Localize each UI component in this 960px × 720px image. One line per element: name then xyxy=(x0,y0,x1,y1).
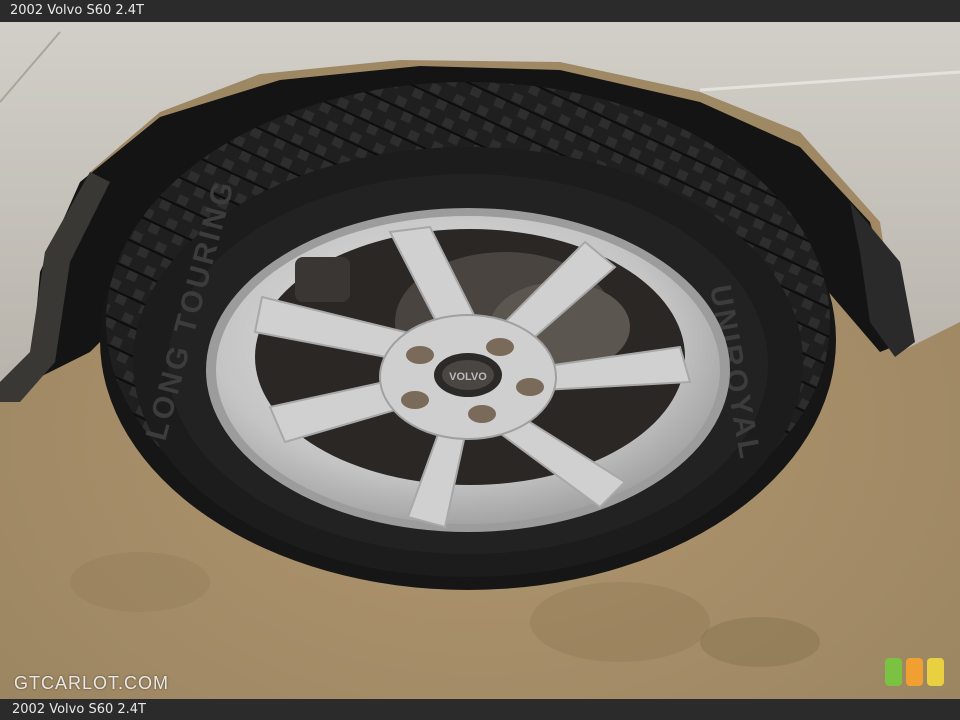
wheel-photo: LONG TOURING UNIROYAL VOLVO xyxy=(0,22,960,699)
footer-caption: 2002 Volvo S60 2.4T xyxy=(12,702,146,717)
vehicle-photo: LONG TOURING UNIROYAL VOLVO xyxy=(0,22,960,699)
rating-badge-icon xyxy=(885,658,945,688)
title-bar: 2002 Volvo S60 2.4T xyxy=(0,0,960,22)
footer-bar: 2002 Volvo S60 2.4T xyxy=(0,699,960,720)
page-title: 2002 Volvo S60 2.4T xyxy=(10,3,144,18)
rating-orange-icon xyxy=(906,658,923,686)
rating-yellow-icon xyxy=(927,658,944,686)
hub-badge-text: VOLVO xyxy=(449,371,487,383)
rating-green-icon xyxy=(885,658,902,686)
watermark: GTCARLOT.COM xyxy=(14,673,170,693)
